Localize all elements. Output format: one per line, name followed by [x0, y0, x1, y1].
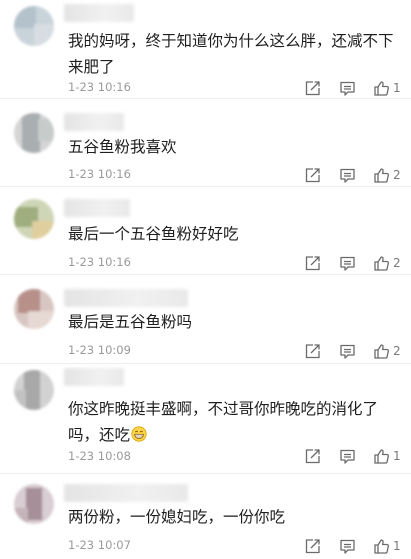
avatar[interactable] — [14, 484, 54, 524]
nickname[interactable] — [64, 368, 124, 386]
thumbs-up-icon — [374, 448, 389, 464]
comment-text: 最后是五谷鱼粉吗 — [68, 313, 193, 331]
nickname[interactable] — [64, 113, 124, 131]
comment-item: 两份粉，一份媳妇吃，一份你吃 1-23 10:07 1 — [0, 474, 411, 559]
comment-icon — [340, 539, 355, 554]
comment-actions: 1 — [300, 446, 408, 466]
comment-time: 1-23 10:07 — [68, 538, 131, 552]
share-icon — [305, 167, 320, 182]
comment-icon — [340, 449, 355, 464]
share-icon — [305, 538, 320, 553]
comment-item: 你这昨晚挺丰盛啊，不过哥你昨晚吃的消化了吗，还吃 1-23 10:08 1 — [0, 364, 411, 474]
share-button[interactable] — [304, 165, 321, 185]
share-button[interactable] — [304, 446, 321, 466]
nickname[interactable] — [64, 4, 134, 22]
reply-button[interactable] — [339, 78, 356, 98]
comment-icon — [340, 81, 355, 96]
reply-button[interactable] — [339, 341, 356, 361]
comment-item: 最后一个五谷鱼粉好好吃 1-23 10:16 2 — [0, 187, 411, 275]
like-button[interactable]: 2 — [373, 341, 401, 361]
like-count: 2 — [393, 344, 401, 358]
comment-actions: 1 — [300, 78, 408, 98]
comment-actions: 2 — [300, 165, 408, 185]
comment-icon — [340, 256, 355, 271]
nickname[interactable] — [64, 289, 188, 307]
comment-item: 我的妈呀，终于知道你为什么这么胖，还减不下来肥了 1-23 10:16 1 — [0, 0, 411, 99]
comment-text-content: 你这昨晚挺丰盛啊，不过哥你昨晚吃的消化了吗，还吃 — [68, 400, 379, 444]
like-count: 1 — [393, 539, 401, 553]
like-count: 2 — [393, 256, 401, 270]
grinning-emoji-icon — [131, 426, 147, 442]
thumbs-up-icon — [374, 255, 389, 271]
comment-actions: 2 — [300, 341, 408, 361]
share-icon — [305, 80, 320, 95]
avatar[interactable] — [14, 6, 54, 46]
comment-text: 你这昨晚挺丰盛啊，不过哥你昨晚吃的消化了吗，还吃 — [68, 396, 404, 448]
nickname[interactable] — [64, 484, 188, 502]
like-button[interactable]: 2 — [373, 165, 401, 185]
comment-icon — [340, 168, 355, 183]
nickname[interactable] — [64, 199, 130, 217]
share-button[interactable] — [304, 78, 321, 98]
comment-text: 我的妈呀，终于知道你为什么这么胖，还减不下来肥了 — [68, 32, 394, 76]
like-button[interactable]: 1 — [373, 78, 401, 98]
comment-time: 1-23 10:16 — [68, 255, 131, 269]
reply-button[interactable] — [339, 536, 356, 556]
share-icon — [305, 448, 320, 463]
share-icon — [305, 255, 320, 270]
comment-text: 最后一个五谷鱼粉好好吃 — [68, 225, 239, 243]
comment-actions: 2 — [300, 253, 408, 273]
comment-time: 1-23 10:16 — [68, 80, 131, 94]
reply-button[interactable] — [339, 446, 356, 466]
thumbs-up-icon — [374, 538, 389, 554]
reply-button[interactable] — [339, 165, 356, 185]
share-button[interactable] — [304, 341, 321, 361]
comment-time: 1-23 10:08 — [68, 449, 131, 463]
share-icon — [305, 343, 320, 358]
thumbs-up-icon — [374, 167, 389, 183]
avatar[interactable] — [14, 199, 54, 239]
comment-text: 五谷鱼粉我喜欢 — [68, 138, 177, 156]
comment-time: 1-23 10:09 — [68, 343, 131, 357]
share-button[interactable] — [304, 536, 321, 556]
comment-item: 最后是五谷鱼粉吗 1-23 10:09 2 — [0, 275, 411, 364]
thumbs-up-icon — [374, 80, 389, 96]
reply-button[interactable] — [339, 253, 356, 273]
comment-text: 两份粉，一份媳妇吃，一份你吃 — [68, 508, 286, 526]
comment-list: 我的妈呀，终于知道你为什么这么胖，还减不下来肥了 1-23 10:16 1 五谷… — [0, 0, 411, 559]
like-button[interactable]: 2 — [373, 253, 401, 273]
like-button[interactable]: 1 — [373, 446, 401, 466]
share-button[interactable] — [304, 253, 321, 273]
avatar[interactable] — [14, 370, 54, 410]
comment-actions: 1 — [300, 536, 408, 556]
like-count: 1 — [393, 449, 401, 463]
comment-item: 五谷鱼粉我喜欢 1-23 10:16 2 — [0, 99, 411, 187]
avatar[interactable] — [14, 113, 54, 153]
comment-time: 1-23 10:16 — [68, 167, 131, 181]
comment-icon — [340, 344, 355, 359]
thumbs-up-icon — [374, 343, 389, 359]
like-count: 1 — [393, 81, 401, 95]
like-button[interactable]: 1 — [373, 536, 401, 556]
avatar[interactable] — [14, 289, 54, 329]
like-count: 2 — [393, 168, 401, 182]
